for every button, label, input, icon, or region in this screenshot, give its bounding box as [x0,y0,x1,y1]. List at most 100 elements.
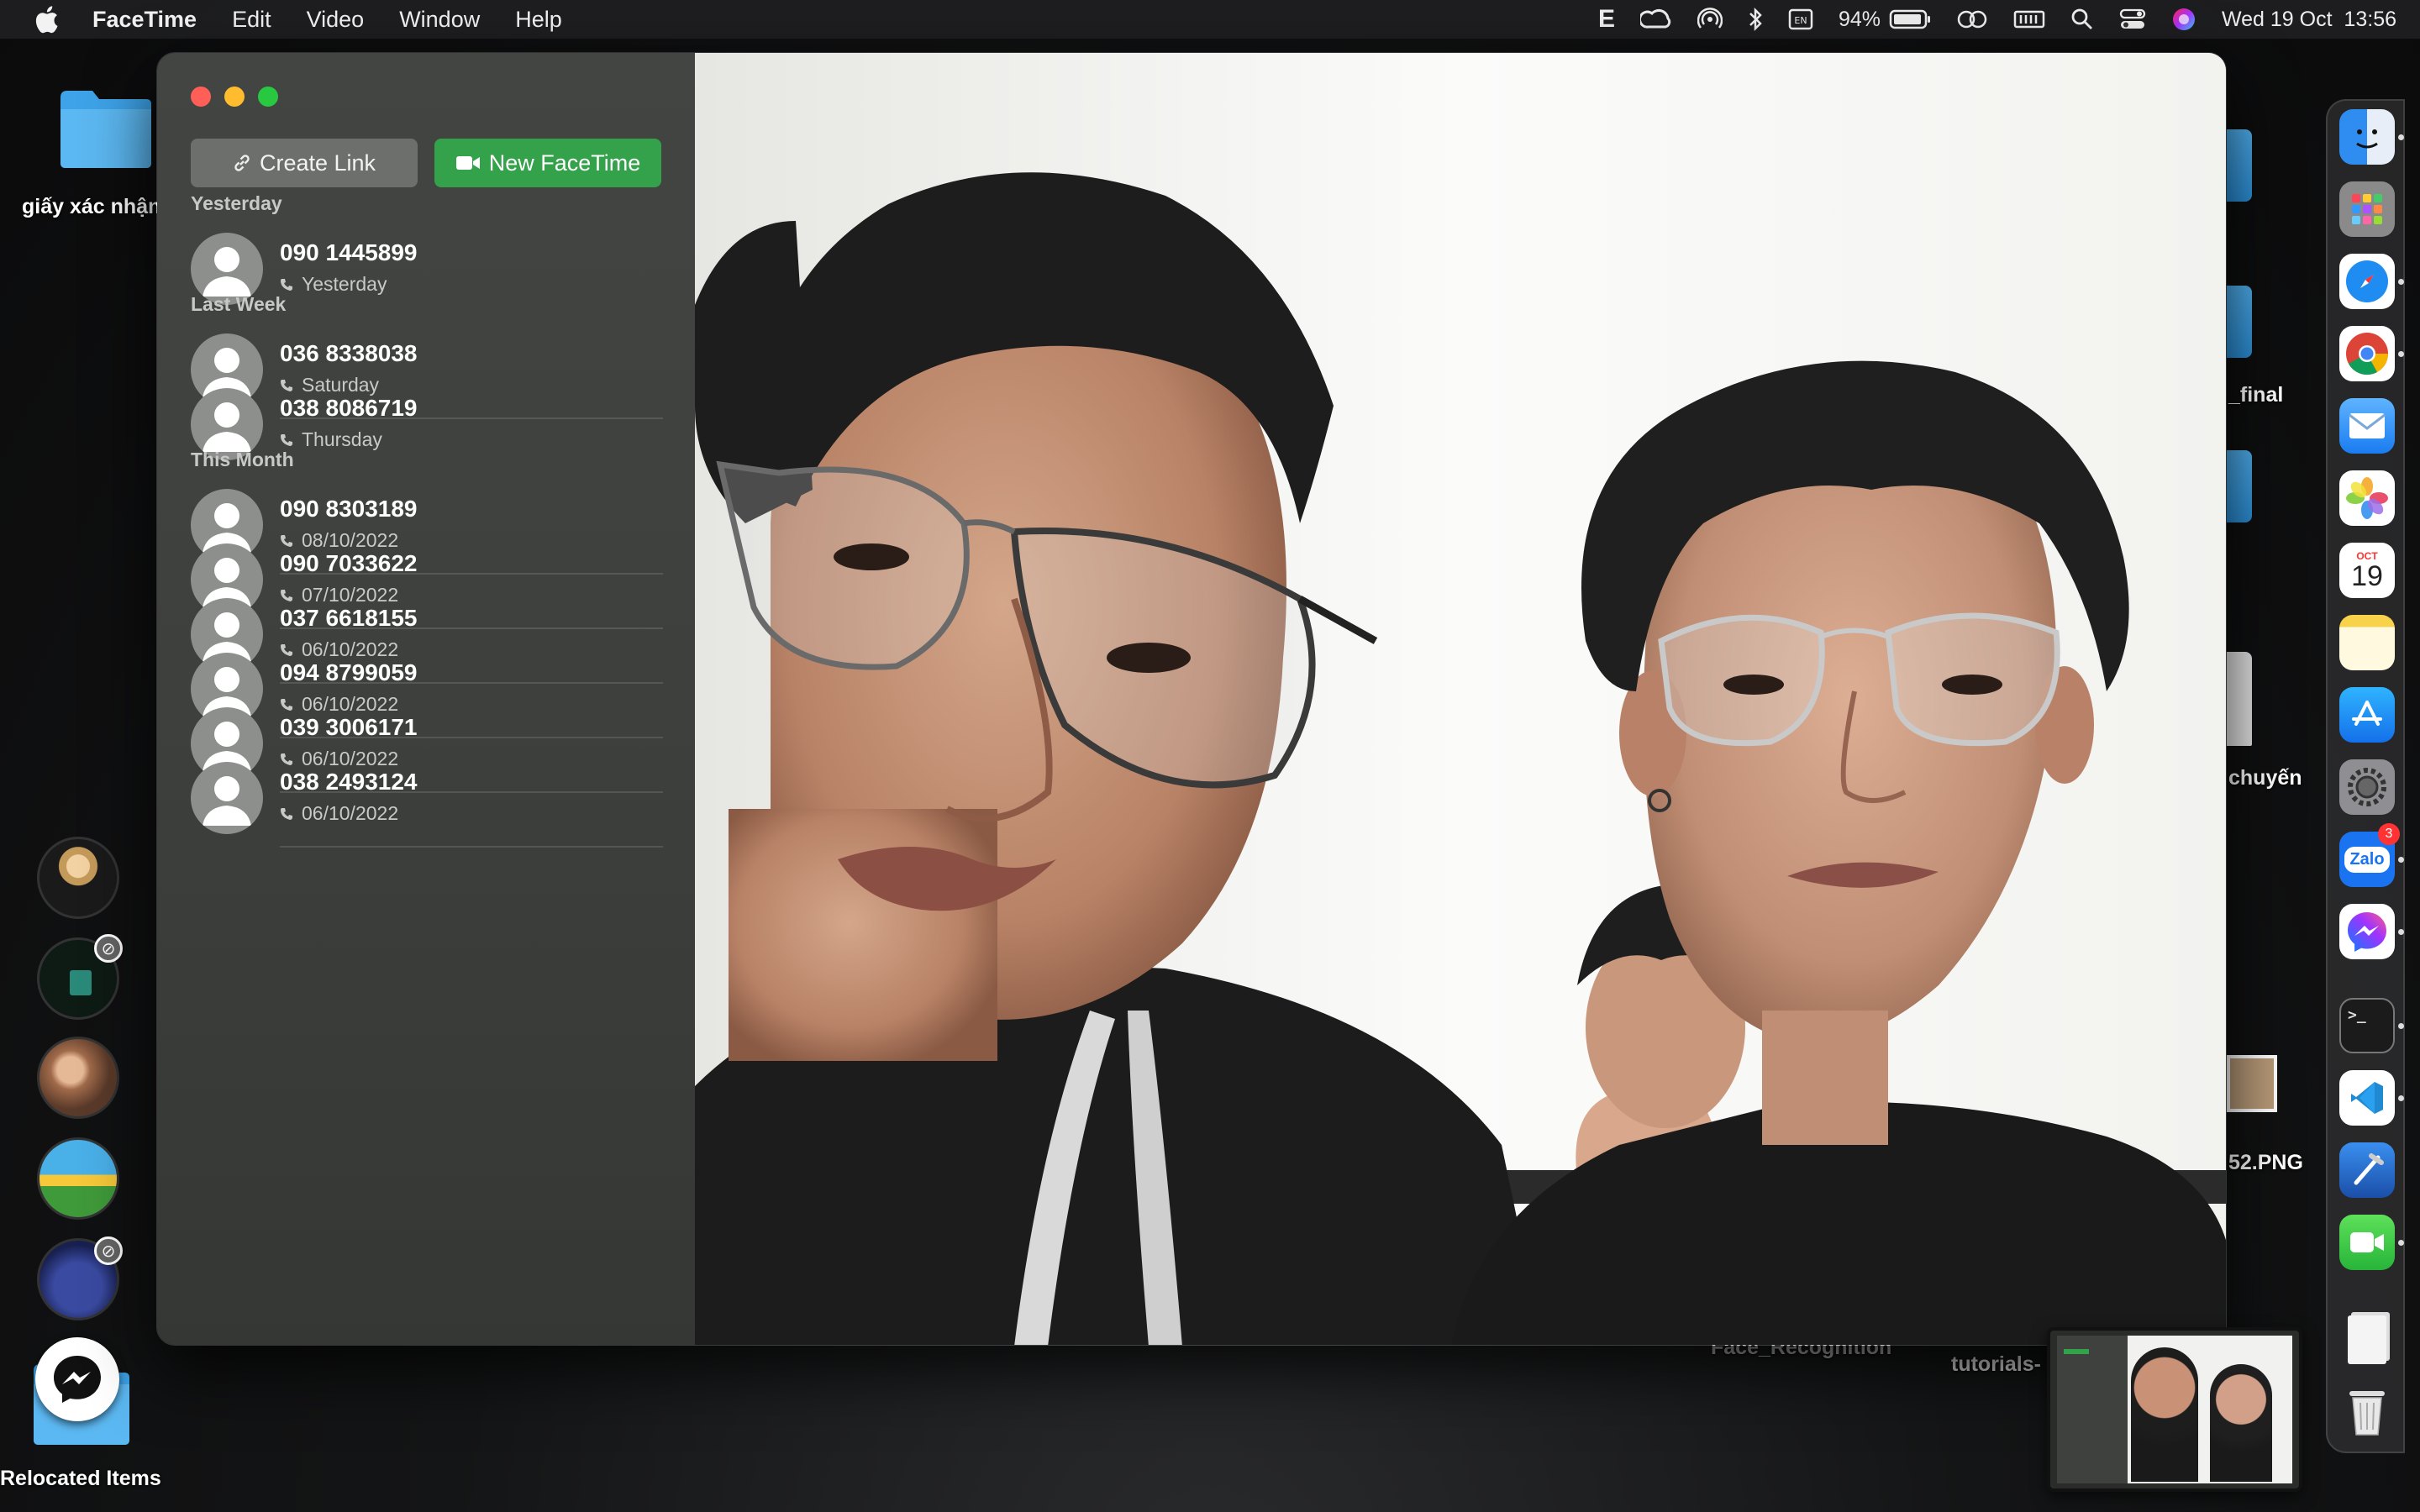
airdrop-icon[interactable] [1697,7,1723,32]
search-icon[interactable] [2070,8,2094,31]
video-camera-icon [455,156,480,170]
phone-icon [281,433,292,446]
call-history-row[interactable]: 038 2493124 06/10/2022 [191,747,663,848]
create-link-label: Create Link [259,150,376,176]
system-preferences-icon[interactable] [2339,759,2395,815]
create-link-button[interactable]: Create Link [191,139,418,187]
chat-head-avatar[interactable] [37,1137,119,1220]
zalo-badge: 3 [2378,823,2400,845]
safari-icon[interactable] [2339,254,2395,309]
facetime-icon[interactable] [2339,1215,2395,1270]
menu-bar: FaceTime Edit Video Window Help E EN 94%… [0,0,2420,39]
call-time: 06/10/2022 [280,802,398,825]
muted-icon: ⊘ [94,1236,123,1265]
call-number: 090 1445899 [280,239,418,265]
control-center-icon[interactable] [2119,8,2146,31]
folder-icon[interactable] [2227,129,2252,202]
status-area: E EN 94% Wed 19 Oct 13:56 [1598,0,2396,39]
call-number: 037 6618155 [280,605,418,631]
messenger-chat-head[interactable] [35,1337,119,1421]
zoom-button[interactable] [258,87,278,107]
phone-icon [281,278,292,291]
memory-icon[interactable] [2013,8,2045,30]
clock-datetime[interactable]: Wed 19 Oct 13:56 [2222,8,2396,32]
relocated-items-label[interactable]: Relocated Items [0,1467,161,1491]
launchpad-icon[interactable] [2339,181,2395,237]
screenshot-thumbnail[interactable] [2047,1327,2302,1492]
call-time-label: Yesterday [302,273,387,295]
running-indicator [2398,857,2404,863]
document-icon[interactable] [2227,652,2252,746]
folder-icon[interactable] [2227,286,2252,358]
terminal-prompt: >_ [2348,1006,2366,1024]
new-facetime-label: New FaceTime [488,150,641,176]
desktop-file-label[interactable]: 52.PNG [2228,1151,2303,1175]
call-time-label: 06/10/2022 [302,802,399,824]
section-header: This Month [191,449,294,470]
apple-menu-icon[interactable] [34,5,59,34]
calendar-day: 19 [2351,560,2383,592]
siri-icon[interactable] [2171,7,2196,32]
vscode-icon[interactable] [2339,1070,2395,1126]
running-indicator [2398,134,2404,140]
section-header: Last Week [191,293,287,315]
chrome-icon[interactable] [2339,326,2395,381]
close-button[interactable] [191,87,211,107]
notes-icon[interactable] [2339,615,2395,670]
call-time: Thursday [280,428,382,451]
facetime-sidebar: Create Link New FaceTime Yesterday 090 14… [157,53,695,1345]
running-indicator [2398,279,2404,285]
minimize-button[interactable] [224,87,245,107]
new-facetime-button[interactable]: New FaceTime [434,139,661,187]
bluetooth-icon[interactable] [1748,7,1763,32]
desktop-file-label[interactable]: _final [2228,383,2283,407]
chat-head-avatar[interactable] [37,1037,119,1119]
folder-icon[interactable] [2227,450,2252,522]
running-indicator [2398,1023,2404,1029]
battery-icon[interactable] [1889,9,1931,29]
call-time: Yesterday [280,273,387,296]
link-icon [234,155,250,171]
menu-edit[interactable]: Edit [232,7,271,33]
finder-icon[interactable] [2339,109,2395,165]
creative-cloud-icon[interactable] [1639,8,1672,30]
desktop-folder-label[interactable]: giấy xác nhận [22,195,160,219]
app-store-icon[interactable] [2339,687,2395,743]
call-number: 036 8338038 [280,340,418,366]
svg-text:EN: EN [1794,15,1807,26]
calendar-icon[interactable]: OCT 19 [2339,543,2395,598]
desktop-file-label[interactable]: tutorials- [1951,1352,2041,1377]
dock: OCT 19 Zalo 3 >_ [2326,99,2405,1453]
call-number: 090 7033622 [280,550,418,576]
call-time-label: Thursday [302,428,382,450]
keyboard-input-icon[interactable]: EN [1788,8,1813,30]
row-divider [280,846,663,848]
image-file-icon[interactable] [2227,1055,2277,1112]
muted-icon: ⊘ [94,934,123,963]
running-indicator [2398,929,2404,935]
menu-video[interactable]: Video [307,7,365,33]
mail-icon[interactable] [2339,398,2395,454]
call-number: 090 8303189 [280,496,418,522]
terminal-icon[interactable]: >_ [2339,998,2395,1053]
e-icon[interactable]: E [1598,5,1615,34]
menu-help[interactable]: Help [515,7,562,33]
messenger-icon [54,1356,101,1403]
folder-icon[interactable] [55,86,155,170]
xcode-icon[interactable] [2339,1142,2395,1198]
documents-stack-icon[interactable] [2339,1312,2395,1368]
running-indicator [2398,351,2404,357]
running-indicator [2398,1095,2404,1101]
messenger-icon[interactable] [2339,904,2395,959]
screen-mirroring-icon[interactable] [1956,8,1988,30]
trash-icon[interactable] [2339,1384,2395,1440]
photos-icon[interactable] [2339,470,2395,526]
video-feed [695,53,2226,1345]
desktop-file-label[interactable]: chuyến [2228,766,2302,790]
chat-head-avatar[interactable] [37,837,119,919]
menu-window[interactable]: Window [399,7,480,33]
call-number: 094 8799059 [280,659,418,685]
zalo-label: Zalo [2344,846,2390,873]
phone-icon [281,807,292,820]
menu-app-name[interactable]: FaceTime [92,7,197,33]
